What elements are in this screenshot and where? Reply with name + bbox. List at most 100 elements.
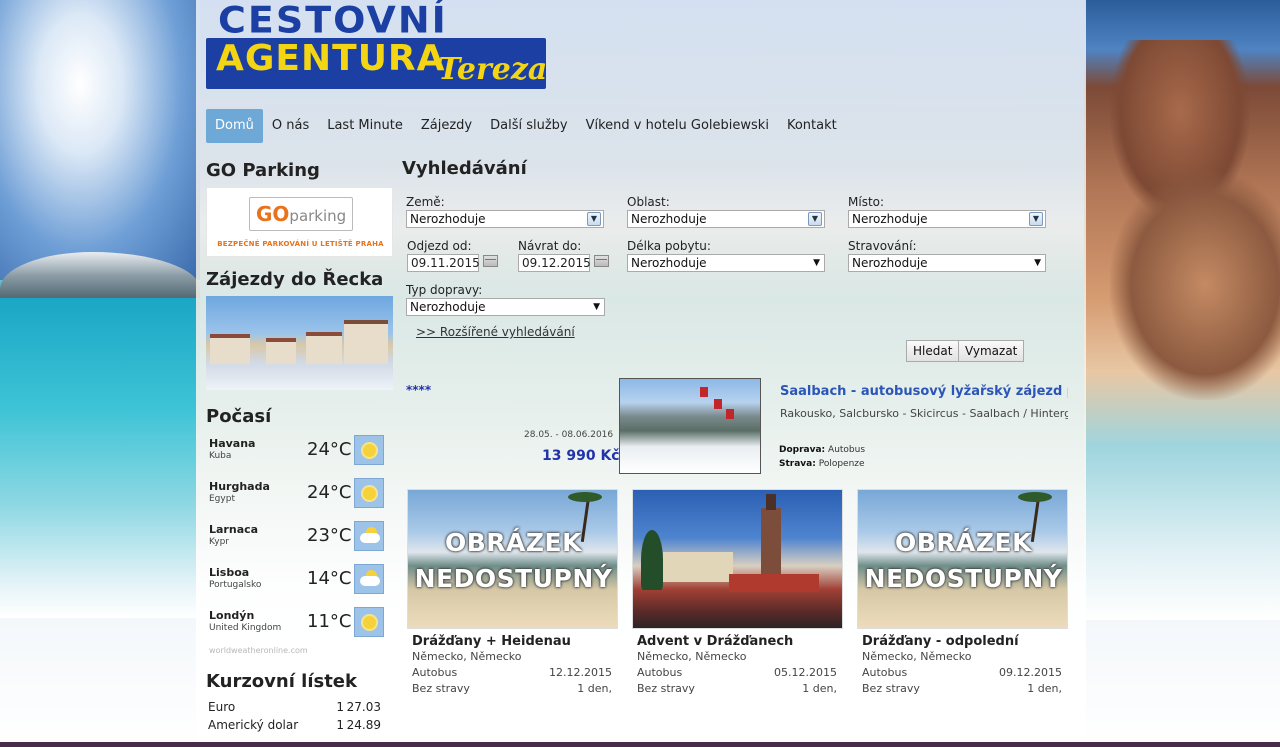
weather-country: Kuba: [209, 451, 232, 461]
nav-item-contact[interactable]: Kontakt: [778, 109, 846, 143]
area-select[interactable]: Nerozhoduje ▼: [627, 210, 825, 228]
logo-script: Tereza: [438, 52, 548, 87]
tour-length: 1 den,: [577, 682, 612, 695]
offer-transport-label: Doprava:: [779, 445, 826, 455]
transport-select[interactable]: Nerozhoduje ▼: [406, 298, 605, 316]
tour-board: Bez stravy: [412, 682, 470, 695]
return-field: Návrat do: 09.12.2015: [518, 239, 609, 272]
area-value: Nerozhoduje: [631, 212, 707, 226]
board-field: Stravování: Nerozhoduje ▼: [848, 239, 1046, 272]
weather-temp: 14°C: [307, 568, 352, 589]
tour-card[interactable]: Advent v Drážďanech Německo, Německo Aut…: [632, 489, 843, 697]
rate-row: Euro 1 27.03: [206, 698, 393, 716]
weather-title: Počasí: [206, 406, 272, 427]
hotel-building: [210, 334, 250, 364]
place-select[interactable]: Nerozhoduje ▼: [848, 210, 1046, 228]
logo-line1: CESTOVNÍ: [218, 0, 448, 41]
search-form: Vyhledávání Země: Nerozhoduje ▼ Oblast: N…: [402, 158, 1062, 362]
image-unavailable-placeholder[interactable]: OBRÁZEK NEDOSTUPNÝ: [857, 489, 1068, 629]
cable-car-icon: [726, 409, 734, 419]
go-parking-logo: GOparking: [249, 197, 353, 231]
weather-temp: 24°C: [307, 482, 352, 503]
weather-row: Havana Kuba 24°C: [206, 433, 393, 476]
tour-board-row: Bez stravy 1 den,: [857, 681, 1068, 697]
offer-transport-value: Autobus: [828, 445, 866, 455]
country-field: Země: Nerozhoduje ▼: [406, 195, 604, 228]
hotel-building: [344, 320, 388, 364]
area-field: Oblast: Nerozhoduje ▼: [627, 195, 825, 228]
nav-item-tours[interactable]: Zájezdy: [412, 109, 481, 143]
rate-value: 27.03: [346, 700, 381, 714]
nav-item-services[interactable]: Další služby: [481, 109, 577, 143]
go-logo-go: GO: [256, 202, 290, 226]
length-select[interactable]: Nerozhoduje ▼: [627, 254, 825, 272]
tour-countries: Německo, Německo: [862, 650, 972, 663]
chevron-down-icon: ▼: [813, 258, 820, 268]
rate-amount: 1: [336, 718, 344, 732]
tour-title[interactable]: Drážďany + Heidenau: [407, 634, 618, 649]
cable-car-icon: [700, 387, 708, 397]
length-field: Délka pobytu: Nerozhoduje ▼: [627, 239, 825, 272]
offer-title-link[interactable]: Saalbach - autobusový lyžařský zájezd pr…: [780, 384, 1068, 399]
rate-currency: Euro: [208, 700, 236, 714]
tour-title[interactable]: Drážďany - odpolední: [857, 634, 1068, 649]
rate-row: Americký dolar 1 24.89: [206, 716, 393, 734]
nav-item-about[interactable]: O nás: [263, 109, 318, 143]
partly-cloudy-icon: [354, 521, 384, 551]
go-parking-tagline: BEZPEČNÉ PARKOVÁNÍ U LETIŠTĚ PRAHA: [217, 240, 384, 248]
tour-transport: Autobus: [412, 666, 458, 679]
logo-line2: AGENTURA: [216, 38, 446, 79]
nav-item-last-minute[interactable]: Last Minute: [318, 109, 412, 143]
weather-city: Havana: [209, 437, 256, 450]
return-date-input[interactable]: 09.12.2015: [518, 254, 591, 272]
calendar-icon[interactable]: [483, 255, 498, 267]
greece-title: Zájezdy do Řecka: [206, 269, 384, 290]
tour-card[interactable]: OBRÁZEK NEDOSTUPNÝ Drážďany + Heidenau N…: [407, 489, 618, 697]
nav-item-home[interactable]: Domů: [206, 109, 263, 143]
place-label: Místo:: [848, 195, 885, 209]
chevron-down-icon: ▼: [1034, 258, 1041, 268]
clear-button[interactable]: Vymazat: [958, 340, 1025, 362]
country-label: Země:: [406, 195, 445, 209]
tour-card[interactable]: OBRÁZEK NEDOSTUPNÝ Drážďany - odpolední …: [857, 489, 1068, 697]
image-unavailable-placeholder[interactable]: OBRÁZEK NEDOSTUPNÝ: [407, 489, 618, 629]
christmas-tree: [641, 530, 663, 590]
depart-field: Odjezd od: 09.11.2015: [407, 239, 498, 272]
main-nav: Domů O nás Last Minute Zájezdy Další slu…: [206, 109, 846, 143]
placeholder-text: NEDOSTUPNÝ: [414, 564, 613, 593]
country-select[interactable]: Nerozhoduje ▼: [406, 210, 604, 228]
tour-image[interactable]: [632, 489, 843, 629]
advanced-search-link[interactable]: >> Rozšířené vyhledávání: [416, 325, 575, 339]
return-label: Návrat do:: [518, 239, 582, 253]
palm-leaves: [1018, 492, 1052, 502]
weather-list: Havana Kuba 24°C Hurghada Egypt 24°C Lar…: [206, 433, 393, 655]
calendar-icon[interactable]: [594, 255, 609, 267]
weather-city: Londýn: [209, 609, 255, 622]
go-parking-banner[interactable]: GOparking BEZPEČNÉ PARKOVÁNÍ U LETIŠTĚ P…: [206, 187, 393, 257]
placeholder-text: OBRÁZEK: [445, 528, 582, 557]
site-logo[interactable]: CESTOVNÍ AGENTURA Tereza: [206, 0, 548, 92]
offer-dates: 28.05. - 08.06.2016: [524, 430, 614, 440]
board-select[interactable]: Nerozhoduje ▼: [848, 254, 1046, 272]
chevron-down-icon: ▼: [1029, 212, 1043, 226]
rates-title: Kurzovní lístek: [206, 671, 357, 692]
nav-item-weekend-hotel[interactable]: Víkend v hotelu Golebiewski: [577, 109, 778, 143]
weather-city: Hurghada: [209, 480, 270, 493]
search-button[interactable]: Hledat: [906, 340, 960, 362]
tour-length: 1 den,: [802, 682, 837, 695]
tour-cards: OBRÁZEK NEDOSTUPNÝ Drážďany + Heidenau N…: [407, 489, 1068, 747]
chevron-down-icon: ▼: [808, 212, 822, 226]
market-stalls: [729, 574, 819, 592]
tour-title[interactable]: Advent v Drážďanech: [632, 634, 843, 649]
offer-image[interactable]: [619, 378, 761, 474]
weather-country: Kypr: [209, 537, 229, 547]
page-container: CESTOVNÍ AGENTURA Tereza Domů O nás Last…: [196, 0, 1086, 747]
building: [663, 552, 733, 582]
greece-banner[interactable]: [206, 296, 393, 390]
hotel-building: [306, 332, 342, 364]
tour-board: Bez stravy: [862, 682, 920, 695]
depart-date-input[interactable]: 09.11.2015: [407, 254, 480, 272]
tour-transport-row: Autobus 05.12.2015: [632, 665, 843, 681]
tour-transport-row: Autobus 09.12.2015: [857, 665, 1068, 681]
transport-label: Typ dopravy:: [406, 283, 483, 297]
